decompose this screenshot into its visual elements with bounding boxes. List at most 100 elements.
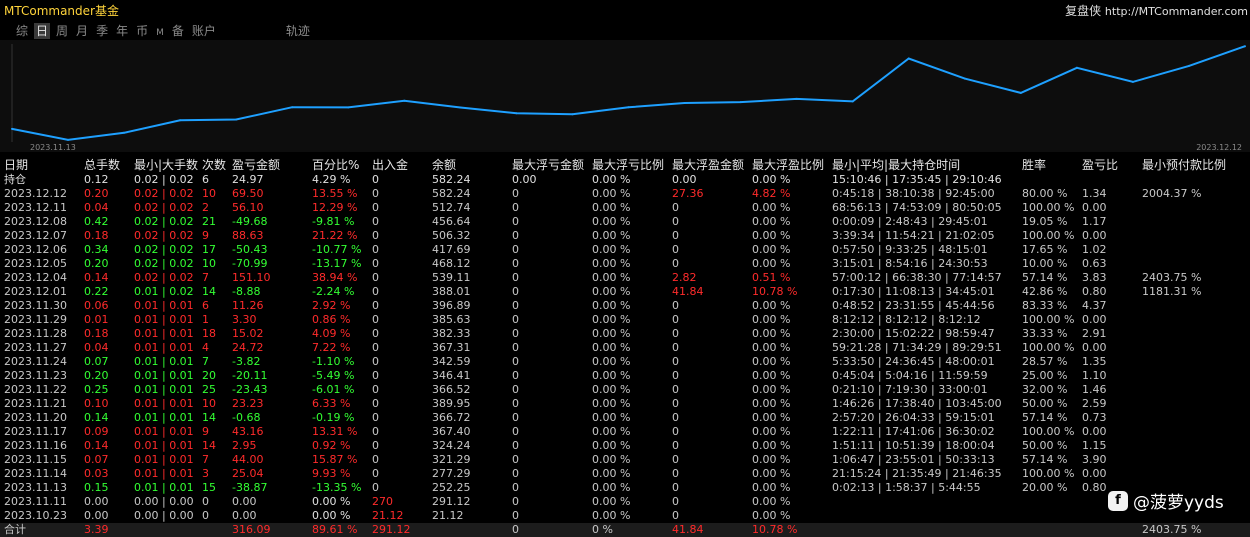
table-cell: 0.00 % — [752, 201, 791, 214]
brand-name: MTCommander — [4, 4, 95, 18]
column-header[interactable]: 次数 — [198, 157, 228, 173]
table-cell: 0.02 | 0.02 — [134, 257, 194, 270]
table-cell: 12.29 % — [312, 201, 358, 214]
column-header[interactable]: 最大浮亏比例 — [588, 157, 668, 173]
tab-10[interactable]: 轨迹 — [284, 23, 312, 39]
table-row[interactable]: 2023.12.06 0.34 0.02 | 0.02 17 -50.43 -10.77 … — [0, 243, 1250, 257]
column-header[interactable]: 总手数 — [80, 157, 130, 173]
equity-point — [851, 100, 854, 103]
table-row[interactable]: 2023.11.28 0.18 0.01 | 0.01 18 15.02 4.09 % 0 3… — [0, 327, 1250, 341]
table-row[interactable]: 2023.10.23 0.00 0.00 | 0.00 0 0.00 0.00 % 21.1… — [0, 509, 1250, 523]
tab-8[interactable]: 备 — [170, 23, 186, 39]
table-cell: 2023.11.14 — [4, 467, 67, 480]
table-cell: 0 — [672, 229, 679, 242]
table-cell: 0.00 % — [592, 495, 631, 508]
tab-3[interactable]: 月 — [74, 23, 90, 39]
table-row[interactable]: 2023.12.05 0.20 0.02 | 0.02 10 -70.99 -13.17 … — [0, 257, 1250, 271]
table-row[interactable]: 2023.11.23 0.20 0.01 | 0.01 20 -20.11 -5.49 %… — [0, 369, 1250, 383]
table-cell: 0.00 % — [592, 187, 631, 200]
column-header[interactable]: 日期 — [0, 157, 80, 173]
holding-row[interactable]: 持仓 0.12 0.02 | 0.02 6 24.97 4.29 % 0 582.24 0.00… — [0, 173, 1250, 187]
table-cell: 0.01 | 0.01 — [134, 341, 194, 354]
table-row[interactable]: 2023.12.01 0.22 0.01 | 0.02 14 -8.88 -2.24 % 0… — [0, 285, 1250, 299]
tab-5[interactable]: 年 — [114, 23, 130, 39]
column-header[interactable]: 胜率 — [1018, 157, 1078, 173]
table-cell: 0.00 % — [752, 383, 791, 396]
table-cell: 0.20 — [84, 187, 109, 200]
column-header[interactable]: 最大浮盈金额 — [668, 157, 748, 173]
table-cell: 0 — [372, 243, 379, 256]
table-cell: 27.36 — [672, 187, 704, 200]
column-header[interactable]: 出入金 — [368, 157, 428, 173]
table-row[interactable]: 2023.11.29 0.01 0.01 | 0.01 1 3.30 0.86 % 0 385… — [0, 313, 1250, 327]
column-header[interactable]: 盈亏金额 — [228, 157, 308, 173]
table-row[interactable]: 2023.12.07 0.18 0.02 | 0.02 9 88.63 21.22 % 0 5… — [0, 229, 1250, 243]
table-row[interactable]: 2023.11.20 0.14 0.01 | 0.01 14 -0.68 -0.19 % 0… — [0, 411, 1250, 425]
column-header[interactable]: 百分比% — [308, 157, 368, 173]
tab-9[interactable]: 账户 — [190, 23, 218, 39]
tab-4[interactable]: 季 — [94, 23, 110, 39]
table-row[interactable]: 2023.11.15 0.07 0.01 | 0.01 7 44.00 15.87 % 0 3… — [0, 453, 1250, 467]
table-row[interactable]: 2023.12.08 0.42 0.02 | 0.02 21 -49.68 -9.81 %… — [0, 215, 1250, 229]
table-cell: 7.22 % — [312, 341, 351, 354]
table-cell: 0.00 — [1082, 467, 1107, 480]
table-cell: 0.80 — [1082, 285, 1107, 298]
table-row[interactable]: 2023.11.24 0.07 0.01 | 0.01 7 -3.82 -1.10 % 0 3… — [0, 355, 1250, 369]
column-header[interactable]: 最小|大手数 — [130, 157, 198, 173]
table-row[interactable]: 2023.12.11 0.04 0.02 | 0.02 2 56.10 12.29 % 0 5… — [0, 201, 1250, 215]
table-row[interactable]: 2023.11.14 0.03 0.01 | 0.01 3 25.04 9.93 % 0 27… — [0, 467, 1250, 481]
table-cell: 0 — [508, 523, 588, 537]
table-cell — [1138, 341, 1250, 355]
column-header[interactable]: 最大浮盈比例 — [748, 157, 828, 173]
table-cell: 7 — [202, 271, 209, 284]
table-cell: -13.17 % — [312, 257, 362, 270]
table-cell: 2023.12.12 — [4, 187, 67, 200]
table-cell: 0.20 — [84, 257, 109, 270]
table-row[interactable]: 2023.11.16 0.14 0.01 | 0.01 14 2.95 0.92 % 0 32… — [0, 439, 1250, 453]
tab-0[interactable]: 综 — [14, 23, 30, 39]
table-row[interactable]: 2023.11.21 0.10 0.01 | 0.01 10 23.23 6.33 % 0 3… — [0, 397, 1250, 411]
table-cell: 0 — [372, 201, 379, 214]
column-header[interactable]: 余额 — [428, 157, 508, 173]
tab-1[interactable]: 日 — [34, 23, 51, 39]
table-cell: 0 — [672, 243, 679, 256]
table-cell: 0.02 | 0.02 — [134, 173, 194, 186]
table-row[interactable]: 2023.11.27 0.04 0.01 | 0.01 4 24.72 7.22 % 0 36… — [0, 341, 1250, 355]
column-header[interactable]: 最小|平均|最大持仓时间 — [828, 157, 1018, 173]
column-header[interactable]: 盈亏比 — [1078, 157, 1138, 173]
table-cell: 0 — [512, 383, 519, 396]
table-cell: 0 — [512, 327, 519, 340]
table-cell: 0 — [512, 467, 519, 480]
table-cell: 0 — [512, 229, 519, 242]
table-row[interactable]: 2023.11.11 0.00 0.00 | 0.00 0 0.00 0.00 % 270 2… — [0, 495, 1250, 509]
table-cell: 367.31 — [432, 341, 471, 354]
column-header[interactable]: 最小预付款比例 — [1138, 157, 1250, 173]
site-url-link[interactable]: http://MTCommander.com — [1105, 5, 1248, 18]
table-row[interactable]: 2023.12.12 0.20 0.02 | 0.02 10 69.50 13.55 % 0… — [0, 187, 1250, 201]
table-cell: 0.00 — [1082, 425, 1107, 438]
tab-6[interactable]: 币 — [134, 23, 150, 39]
tab-7[interactable]: M — [154, 25, 166, 41]
table-cell: 0 — [672, 383, 679, 396]
table-row[interactable]: 2023.11.22 0.25 0.01 | 0.01 25 -23.43 -6.01 %… — [0, 383, 1250, 397]
table-row[interactable]: 2023.11.17 0.09 0.01 | 0.01 9 43.16 13.31 % 0 3… — [0, 425, 1250, 439]
table-cell: 1:51:11 | 10:51:39 | 18:00:04 — [832, 439, 995, 452]
table-row[interactable]: 2023.11.13 0.15 0.01 | 0.01 15 -38.87 -13.35 … — [0, 481, 1250, 495]
column-header[interactable]: 最大浮亏金额 — [508, 157, 588, 173]
table-cell: 0.00 % — [592, 355, 631, 368]
table-cell: -1.10 % — [312, 355, 355, 368]
table-cell: 291.12 — [368, 523, 428, 537]
table-cell: 0.01 | 0.01 — [134, 355, 194, 368]
table-cell: 0.02 | 0.02 — [134, 187, 194, 200]
table-row[interactable]: 2023.12.04 0.14 0.02 | 0.02 7 151.10 38.94 % 0… — [0, 271, 1250, 285]
tab-2[interactable]: 周 — [54, 23, 70, 39]
table-cell: 13.31 % — [312, 425, 358, 438]
total-row[interactable]: 合计 3.39 316.09 89.61 % 291.12 0 0 % 41.84 10.78 … — [0, 523, 1250, 537]
table-cell: 0.86 % — [312, 313, 351, 326]
table-cell — [428, 523, 508, 537]
table-row[interactable]: 2023.11.30 0.06 0.01 | 0.01 6 11.26 2.92 % 0 39… — [0, 299, 1250, 313]
table-cell: 0 — [512, 453, 519, 466]
table-cell: 89.61 % — [308, 523, 368, 537]
table-cell: 10.78 % — [748, 523, 828, 537]
table-cell: 14 — [202, 439, 216, 452]
